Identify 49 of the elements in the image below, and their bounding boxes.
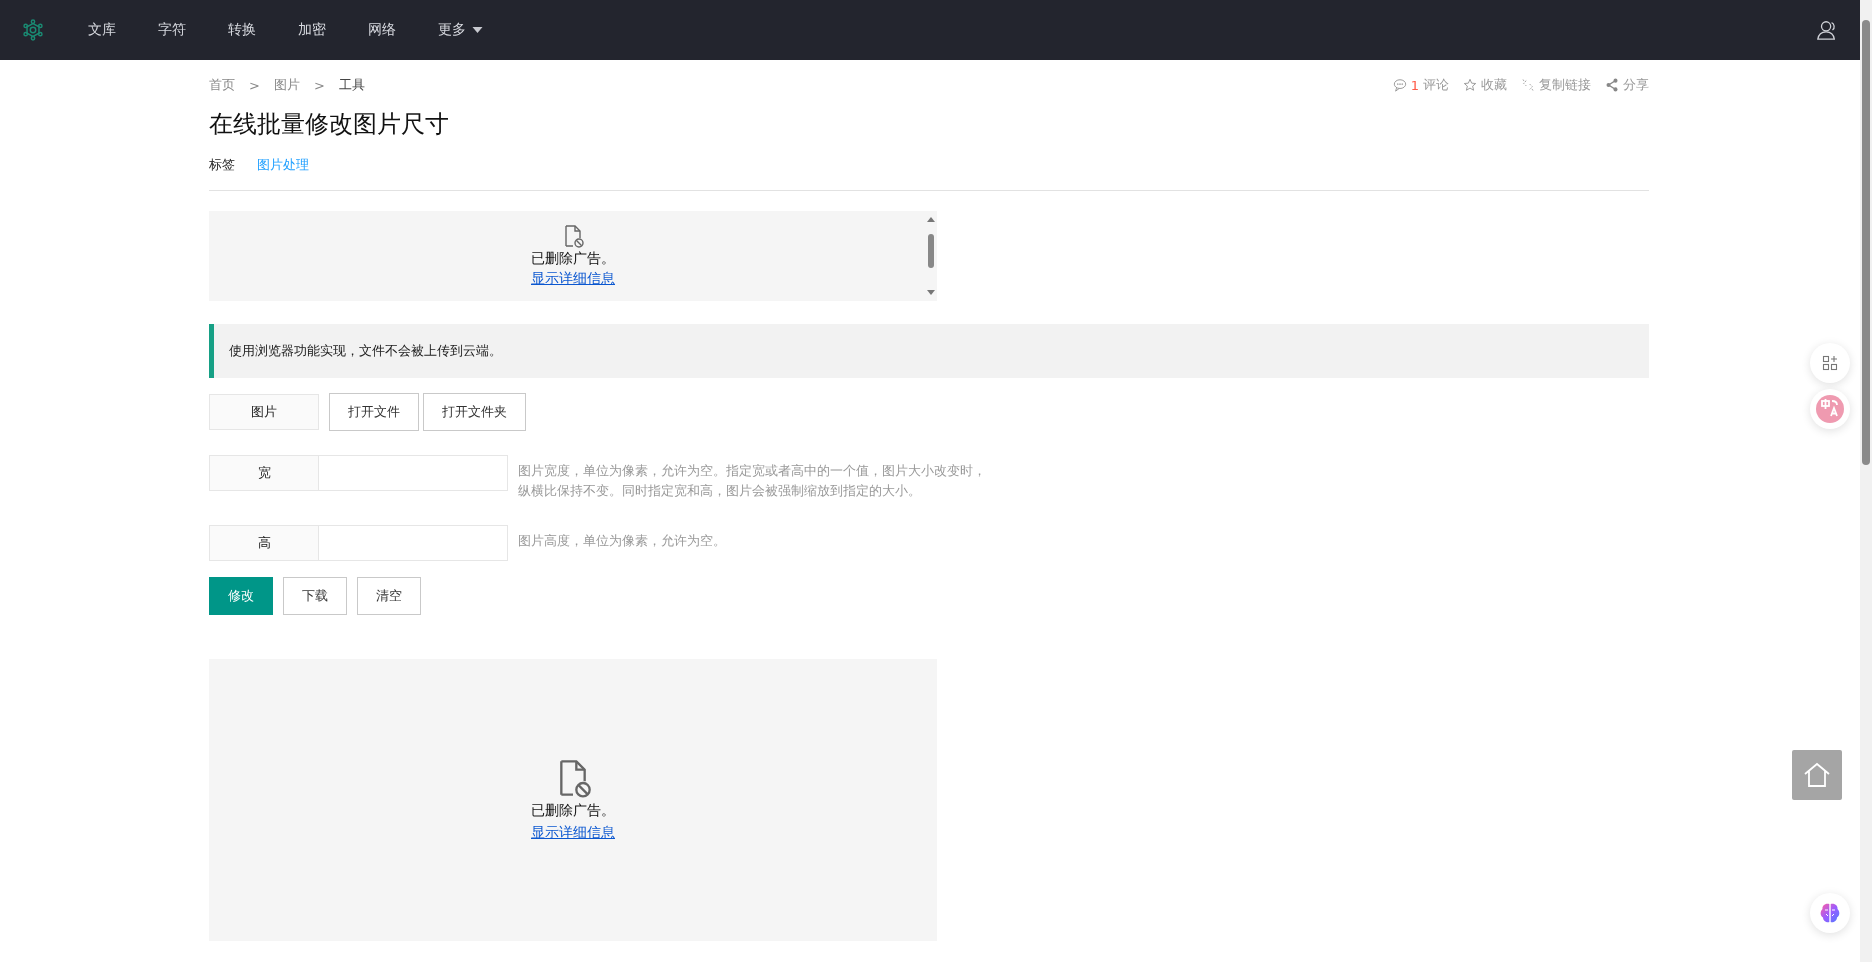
apps-grid-icon — [1822, 355, 1838, 371]
share-icon — [1605, 78, 1619, 92]
action-button[interactable]: 下载 — [283, 577, 347, 615]
translate-float-button[interactable] — [1810, 389, 1850, 429]
action-button[interactable]: 修改 — [209, 577, 273, 615]
ad-removed-text: 已删除广告。 — [531, 802, 615, 820]
field-label: 宽 — [209, 455, 319, 491]
breadcrumb-separator: > — [313, 77, 325, 93]
star-icon — [1463, 78, 1477, 92]
show-details-link[interactable]: 显示详细信息 — [531, 270, 615, 288]
back-to-home-button[interactable] — [1792, 750, 1842, 800]
action-label: 评论 — [1423, 76, 1449, 94]
field-label: 高 — [209, 525, 319, 561]
apps-float-button[interactable] — [1810, 343, 1850, 383]
action-button[interactable]: 清空 — [357, 577, 421, 615]
show-details-link[interactable]: 显示详细信息 — [531, 824, 615, 842]
nav-menu-item[interactable]: 加密 — [298, 21, 326, 39]
user-icon[interactable] — [1816, 19, 1838, 41]
field-hint: 图片高度，单位为像素，允许为空。 — [518, 532, 727, 550]
tags-label: 标签 — [209, 156, 235, 174]
breadcrumb-link[interactable]: 首页 — [209, 76, 235, 94]
input-field[interactable] — [319, 525, 508, 561]
open-button[interactable]: 打开文件 — [329, 393, 419, 431]
nav-menu-item[interactable]: 文库 — [88, 21, 116, 39]
open-button[interactable]: 打开文件夹 — [423, 393, 526, 431]
scrollbar-thumb[interactable] — [1862, 20, 1870, 465]
info-notice: 使用浏览器功能实现，文件不会被上传到云端。 — [209, 324, 1649, 378]
broken-link-icon — [1521, 78, 1535, 92]
breadcrumb-link[interactable]: 图片 — [273, 76, 300, 94]
chat-icon — [1392, 78, 1407, 92]
action-label: 收藏 — [1481, 76, 1507, 94]
brain-icon — [1818, 901, 1842, 925]
page-title: 在线批量修改图片尺寸 — [209, 109, 450, 140]
nav-menu-item[interactable]: 网络 — [368, 21, 396, 39]
action-label: 复制链接 — [1539, 76, 1591, 94]
comment-count: 1 — [1410, 77, 1419, 93]
input-field[interactable] — [319, 455, 508, 491]
logo-icon[interactable] — [22, 19, 44, 41]
page-scrollbar[interactable] — [1860, 0, 1872, 962]
action-label: 分享 — [1623, 76, 1649, 94]
breadcrumb-separator: > — [249, 77, 260, 93]
translate-icon — [1816, 395, 1844, 423]
field-label: 图片 — [209, 394, 319, 430]
nav-menu-item[interactable]: 转换 — [228, 21, 256, 39]
ai-float-button[interactable] — [1810, 893, 1850, 933]
ad-removed-text: 已删除广告。 — [531, 250, 615, 268]
breadcrumb-link[interactable]: 工具 — [338, 76, 365, 94]
nav-menu-item[interactable]: 字符 — [158, 21, 186, 39]
nav-menu-item[interactable]: 更多 — [438, 21, 483, 39]
